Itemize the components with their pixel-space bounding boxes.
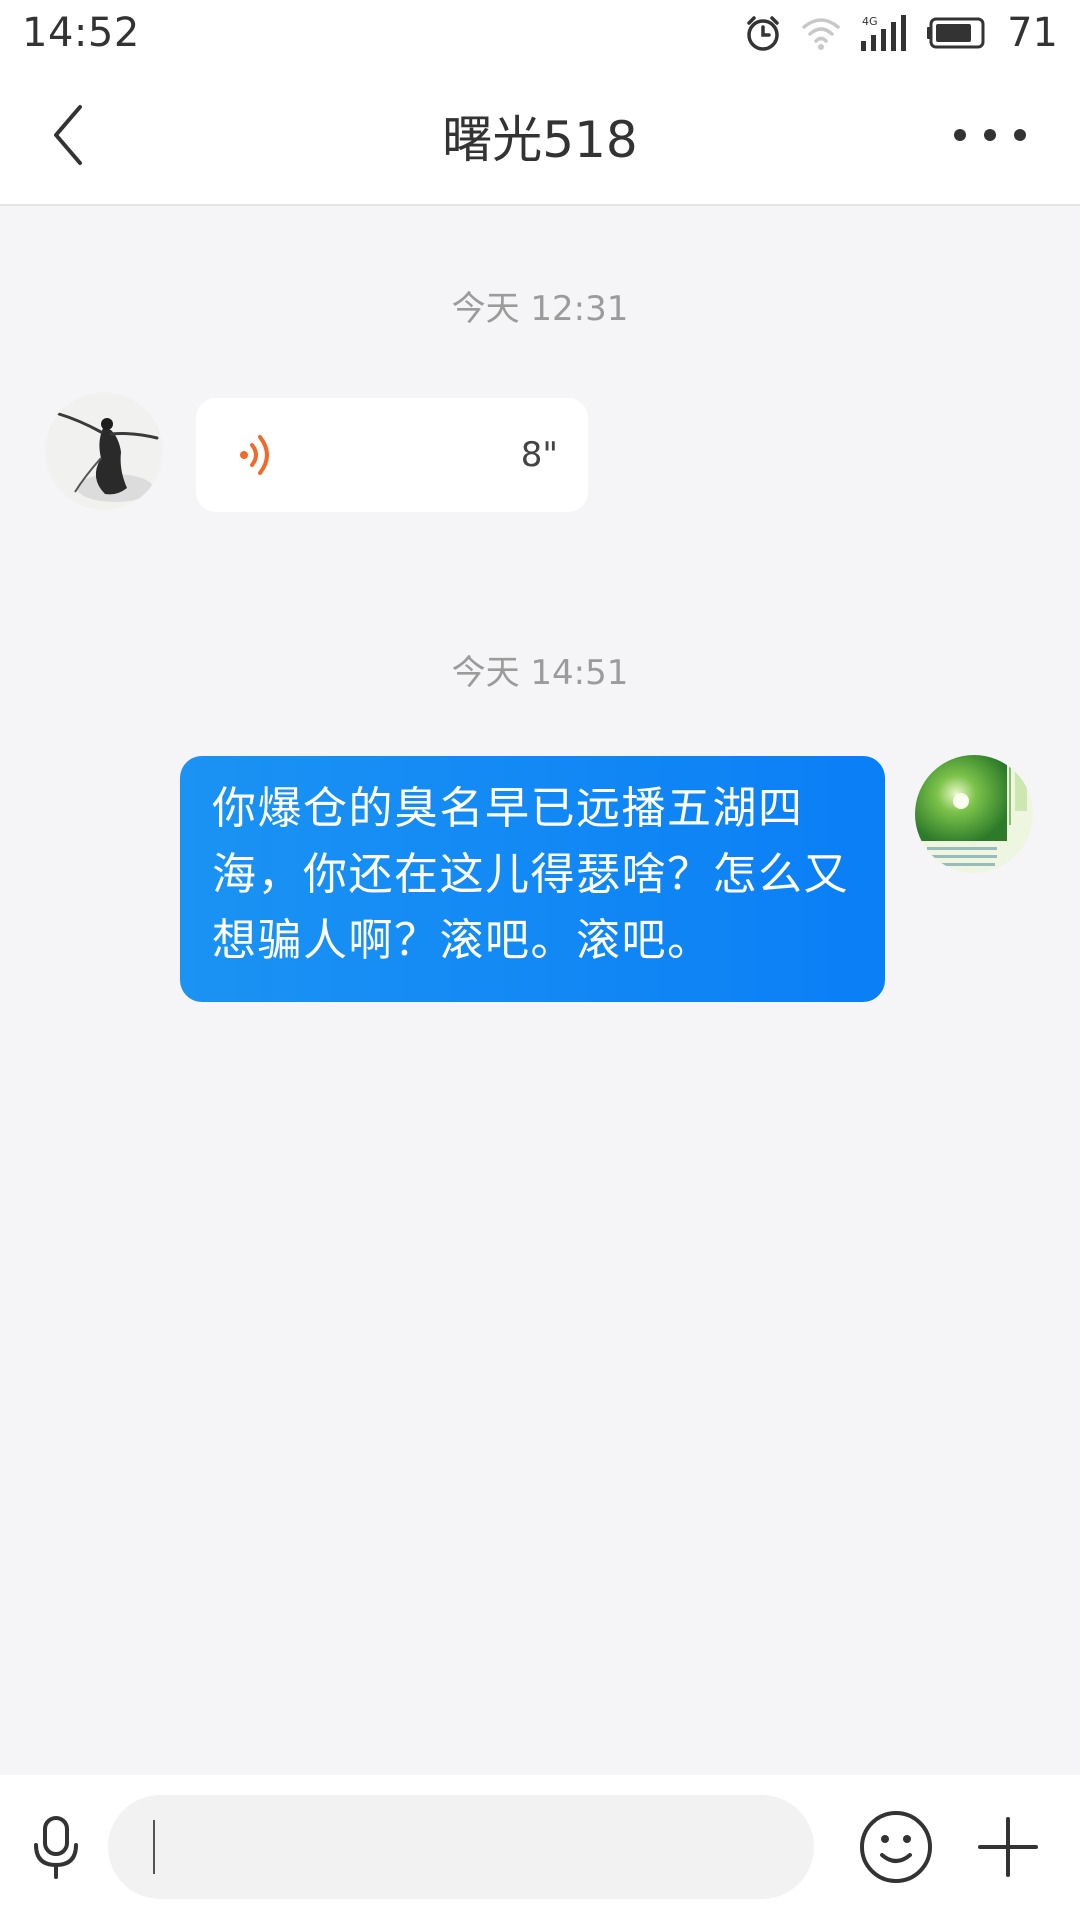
chat-header: 曙光518 <box>0 66 1080 206</box>
battery-level: 71 <box>1007 10 1058 56</box>
emoji-icon <box>860 1811 932 1883</box>
network-type-label: 4G <box>862 15 878 28</box>
more-button[interactable] <box>940 112 1040 158</box>
message-timestamp: 今天 12:31 <box>451 289 629 329</box>
plus-icon <box>978 1817 1038 1877</box>
voice-wave-icon <box>240 435 269 475</box>
signal-icon: 4G <box>859 13 909 53</box>
status-bar: 14:52 4G 71 <box>0 0 1080 66</box>
mic-icon <box>34 1816 78 1879</box>
message-input[interactable] <box>108 1795 814 1899</box>
voice-duration: 8" <box>520 435 558 475</box>
voice-message-bubble[interactable]: 8" <box>196 398 588 512</box>
emoji-button[interactable] <box>858 1809 934 1885</box>
chat-title: 曙光518 <box>442 111 638 169</box>
alarm-icon <box>743 13 783 53</box>
chat-area[interactable]: 今天 12:31 8" 今天 14:51 你爆仓的臭名早已远播五湖四海，你还在这… <box>0 207 1080 1775</box>
battery-icon <box>927 16 989 50</box>
my-avatar[interactable] <box>915 755 1033 873</box>
text-message-bubble[interactable]: 你爆仓的臭名早已远播五湖四海，你还在这儿得瑟啥？怎么又想骗人啊？滚吧。滚吧。 <box>180 756 885 1002</box>
chevron-left-icon <box>54 105 82 165</box>
status-icons: 4G 71 <box>743 10 1058 56</box>
status-time: 14:52 <box>22 10 140 56</box>
contact-avatar[interactable] <box>45 392 163 510</box>
message-timestamp: 今天 14:51 <box>451 653 629 693</box>
add-attachment-button[interactable] <box>976 1809 1040 1885</box>
wifi-icon <box>801 15 841 51</box>
voice-input-button[interactable] <box>26 1808 86 1888</box>
input-bar <box>0 1775 1080 1920</box>
back-button[interactable] <box>38 100 98 170</box>
more-dots-icon <box>954 129 966 141</box>
text-caret <box>153 1820 155 1874</box>
